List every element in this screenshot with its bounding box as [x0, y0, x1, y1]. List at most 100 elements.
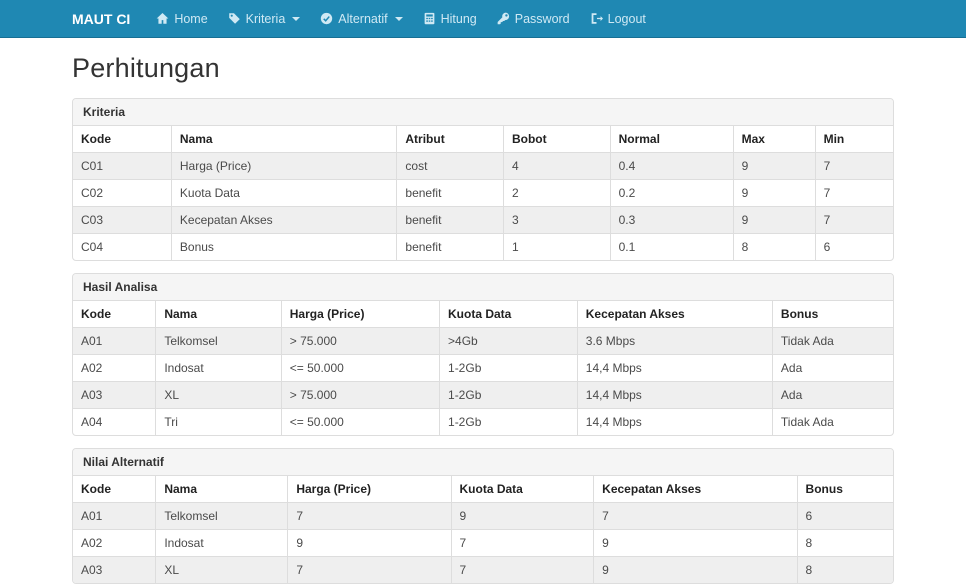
table-cell: XL	[156, 382, 281, 409]
check-circle-icon	[320, 12, 333, 25]
table-cell: > 75.000	[281, 328, 439, 355]
table-cell: XL	[156, 557, 288, 584]
table-cell: A02	[73, 530, 156, 557]
table-cell: Tri	[156, 409, 281, 436]
navbar: MAUT CI Home Kriteria Alternatif	[0, 0, 966, 38]
table-cell: 0.1	[610, 234, 733, 261]
table-header-row: Kode Nama Atribut Bobot Normal Max Min	[73, 126, 893, 153]
panel-hasil-analisa-heading: Hasil Analisa	[73, 274, 893, 301]
nav-item-kriteria[interactable]: Kriteria	[228, 12, 301, 26]
table-cell: 2	[503, 180, 610, 207]
nav-items: Home Kriteria Alternatif Hitung	[156, 12, 646, 26]
table-cell: Telkomsel	[156, 328, 281, 355]
column-header: Min	[815, 126, 893, 153]
table-cell: Bonus	[171, 234, 397, 261]
table-cell: 14,4 Mbps	[577, 382, 772, 409]
panel-nilai-alternatif-heading: Nilai Alternatif	[73, 449, 893, 476]
table-cell: 4	[503, 153, 610, 180]
table-cell: Tidak Ada	[772, 409, 893, 436]
caret-down-icon	[395, 17, 403, 21]
table-cell: 6	[815, 234, 893, 261]
table-cell: benefit	[397, 234, 504, 261]
table-cell: Ada	[772, 355, 893, 382]
table-cell: 7	[288, 503, 451, 530]
nav-item-label: Logout	[608, 12, 646, 26]
table-cell: A01	[73, 503, 156, 530]
table-cell: 6	[797, 503, 893, 530]
table-cell: 8	[797, 530, 893, 557]
table-row: C01 Harga (Price) cost 4 0.4 9 7	[73, 153, 893, 180]
table-cell: 1	[503, 234, 610, 261]
table-cell: C01	[73, 153, 171, 180]
column-header: Kode	[73, 301, 156, 328]
column-header: Nama	[156, 476, 288, 503]
nav-item-label: Kriteria	[246, 12, 286, 26]
nav-item-label: Password	[515, 12, 570, 26]
table-cell: Kuota Data	[171, 180, 397, 207]
table-cell: Tidak Ada	[772, 328, 893, 355]
tags-icon	[228, 12, 241, 25]
table-cell: <= 50.000	[281, 355, 439, 382]
table-row: A02 Indosat <= 50.000 1-2Gb 14,4 Mbps Ad…	[73, 355, 893, 382]
table-cell: benefit	[397, 180, 504, 207]
nav-item-label: Hitung	[441, 12, 477, 26]
table-cell: A03	[73, 557, 156, 584]
table-cell: 8	[733, 234, 815, 261]
column-header: Kode	[73, 476, 156, 503]
nav-item-logout[interactable]: Logout	[590, 12, 646, 26]
table-cell: 3.6 Mbps	[577, 328, 772, 355]
table-cell: 7	[451, 530, 594, 557]
table-cell: A03	[73, 382, 156, 409]
table-row: C03 Kecepatan Akses benefit 3 0.3 9 7	[73, 207, 893, 234]
table-cell: 7	[815, 153, 893, 180]
nav-item-hitung[interactable]: Hitung	[423, 12, 477, 26]
table-header-row: Kode Nama Harga (Price) Kuota Data Kecep…	[73, 476, 893, 503]
table-cell: >4Gb	[440, 328, 578, 355]
table-cell: 3	[503, 207, 610, 234]
table-cell: benefit	[397, 207, 504, 234]
table-cell: Telkomsel	[156, 503, 288, 530]
table-cell: 1-2Gb	[440, 409, 578, 436]
column-header: Bonus	[797, 476, 893, 503]
nav-item-home[interactable]: Home	[156, 12, 207, 26]
column-header: Nama	[156, 301, 281, 328]
table-row: A01 Telkomsel > 75.000 >4Gb 3.6 Mbps Tid…	[73, 328, 893, 355]
table-cell: 0.2	[610, 180, 733, 207]
caret-down-icon	[292, 17, 300, 21]
table-cell: 9	[733, 153, 815, 180]
table-cell: Harga (Price)	[171, 153, 397, 180]
nav-item-password[interactable]: Password	[497, 12, 570, 26]
table-cell: 0.3	[610, 207, 733, 234]
table-cell: 7	[594, 503, 797, 530]
table-cell: A02	[73, 355, 156, 382]
table-cell: 14,4 Mbps	[577, 409, 772, 436]
table-cell: 7	[815, 180, 893, 207]
table-cell: 9	[288, 530, 451, 557]
table-row: A03 XL 7 7 9 8	[73, 557, 893, 584]
nav-item-alternatif[interactable]: Alternatif	[320, 12, 402, 26]
table-cell: 1-2Gb	[440, 382, 578, 409]
table-cell: 0.4	[610, 153, 733, 180]
panel-nilai-alternatif: Nilai Alternatif Kode Nama Harga (Price)…	[72, 448, 894, 584]
table-cell: <= 50.000	[281, 409, 439, 436]
hasil-analisa-table: Kode Nama Harga (Price) Kuota Data Kecep…	[73, 301, 893, 435]
column-header: Atribut	[397, 126, 504, 153]
nilai-alternatif-table: Kode Nama Harga (Price) Kuota Data Kecep…	[73, 476, 893, 583]
table-cell: A01	[73, 328, 156, 355]
table-row: A04 Tri <= 50.000 1-2Gb 14,4 Mbps Tidak …	[73, 409, 893, 436]
home-icon	[156, 12, 169, 25]
column-header: Kuota Data	[451, 476, 594, 503]
table-cell: A04	[73, 409, 156, 436]
table-cell: C02	[73, 180, 171, 207]
column-header: Nama	[171, 126, 397, 153]
brand[interactable]: MAUT CI	[72, 11, 130, 27]
column-header: Bobot	[503, 126, 610, 153]
table-row: A03 XL > 75.000 1-2Gb 14,4 Mbps Ada	[73, 382, 893, 409]
table-cell: C04	[73, 234, 171, 261]
table-cell: Ada	[772, 382, 893, 409]
table-cell: Indosat	[156, 530, 288, 557]
table-cell: 9	[733, 207, 815, 234]
column-header: Bonus	[772, 301, 893, 328]
table-cell: 9	[594, 557, 797, 584]
column-header: Harga (Price)	[281, 301, 439, 328]
